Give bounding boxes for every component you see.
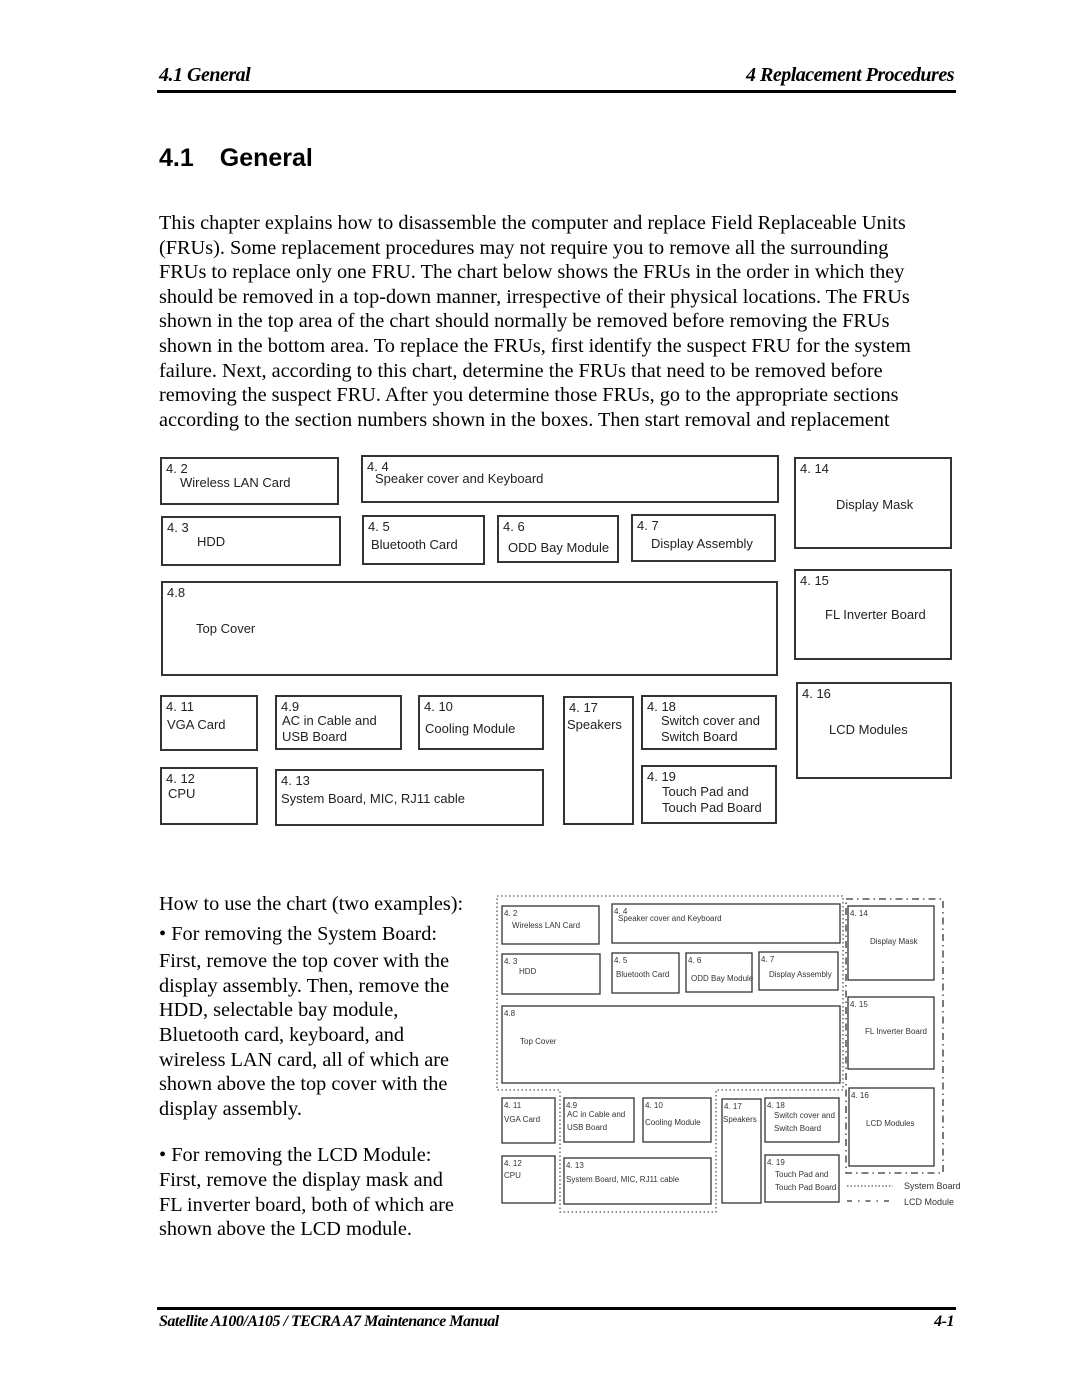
mini-section-number: 4. 10 [645, 1101, 663, 1110]
mini-label-line: Top Cover [520, 1037, 557, 1046]
mini-box-border [611, 903, 841, 944]
mini-fru-box: 4. 13 System Board, MIC, RJ11 cable [563, 1157, 712, 1205]
mini-fru-box: 4. 14 Display Mask [847, 905, 935, 981]
page-number: 4-1 [934, 1313, 954, 1330]
mini-section-number: 4. 15 [850, 1000, 868, 1009]
mini-label-line: Switch Board [774, 1124, 821, 1133]
mini-fru-box: 4. 19 Touch Pad and Touch Pad Board [764, 1154, 840, 1203]
legend-lcd-module: LCD Module [904, 1197, 954, 1207]
mini-label-line: AC in Cable and [567, 1110, 625, 1119]
mini-fru-box: 4.9AC in Cable and USB Board [563, 1097, 635, 1143]
mini-fru-box: 4. 10 Cooling Module [642, 1097, 712, 1143]
mini-label-line: Speaker cover and Keyboard [618, 914, 722, 923]
mini-label-line: Display Assembly [769, 970, 832, 979]
mini-label-line: Speakers [723, 1115, 757, 1124]
mini-fru-box: 4. 7 Display Assembly [758, 951, 839, 991]
mini-section-number: 4.8 [504, 1009, 516, 1018]
mini-section-number: 4. 12 [504, 1159, 522, 1168]
mini-label-line: HDD [519, 967, 537, 976]
mini-section-number: 4. 17 [724, 1102, 742, 1111]
mini-fru-box: 4. 12 CPU [501, 1155, 556, 1204]
mini-label-line: Bluetooth Card [616, 970, 669, 979]
legend-system-board: System Board [904, 1181, 961, 1191]
mini-fru-box: 4. 4Speaker cover and Keyboard [611, 903, 841, 944]
mini-label-line: Cooling Module [645, 1118, 701, 1127]
mini-section-number: 4. 6 [688, 956, 702, 965]
mini-label-line: VGA Card [504, 1115, 540, 1124]
mini-label-line: Switch cover and [774, 1111, 835, 1120]
mini-label-line: Wireless LAN Card [512, 921, 580, 930]
mini-section-number: 4. 7 [761, 955, 775, 964]
mini-section-number: 4. 13 [566, 1161, 584, 1170]
mini-label-line: Display Mask [870, 937, 919, 946]
mini-fru-box: 4. 16 LCD Modules [848, 1087, 935, 1167]
footer-title: Satellite A100/A105 / TECRA A7 Maintenan… [159, 1313, 499, 1330]
mini-section-number: 4. 18 [767, 1101, 785, 1110]
mini-section-number: 4. 3 [504, 957, 518, 966]
mini-fru-box: 4. 3HDD [501, 953, 601, 995]
mini-label-line: CPU [504, 1171, 521, 1180]
mini-section-number: 4. 14 [850, 909, 868, 918]
mini-fru-box: 4. 2 Wireless LAN Card [501, 905, 600, 945]
mini-fru-box: 4. 6 ODD Bay Module [685, 952, 754, 993]
example-chart: 4. 2 Wireless LAN Card 4. 4Speaker cover a… [496, 895, 961, 1213]
mini-label-line: System Board, MIC, RJ11 cable [566, 1175, 680, 1184]
mini-section-number: 4.9 [566, 1101, 578, 1110]
mini-section-number: 4. 11 [504, 1101, 522, 1110]
mini-fru-box: 4.8 Top Cover [501, 1005, 841, 1084]
mini-label-line: Touch Pad Board [775, 1183, 836, 1192]
mini-section-number: 4. 19 [767, 1158, 785, 1167]
mini-label-line: FL Inverter Board [865, 1027, 927, 1036]
mini-section-number: 4. 2 [504, 909, 518, 918]
mini-fru-box: 4. 11 VGA Card [501, 1097, 556, 1144]
mini-fru-box: 4. 17 Speakers [721, 1098, 762, 1204]
mini-label-line: ODD Bay Module [691, 974, 754, 983]
footer-rule [157, 1307, 956, 1310]
mini-section-number: 4. 5 [614, 956, 628, 965]
mini-fru-box: 4. 18Switch cover and Switch Board [764, 1097, 840, 1143]
mini-label-line: LCD Modules [866, 1119, 914, 1128]
mini-section-number: 4. 16 [851, 1091, 869, 1100]
mini-fru-box: 4. 5 Bluetooth Card [611, 952, 680, 994]
mini-fru-box: 4. 15 FL Inverter Board [847, 996, 935, 1070]
mini-label-line: Touch Pad and [775, 1170, 828, 1179]
mini-label-line: USB Board [567, 1123, 607, 1132]
